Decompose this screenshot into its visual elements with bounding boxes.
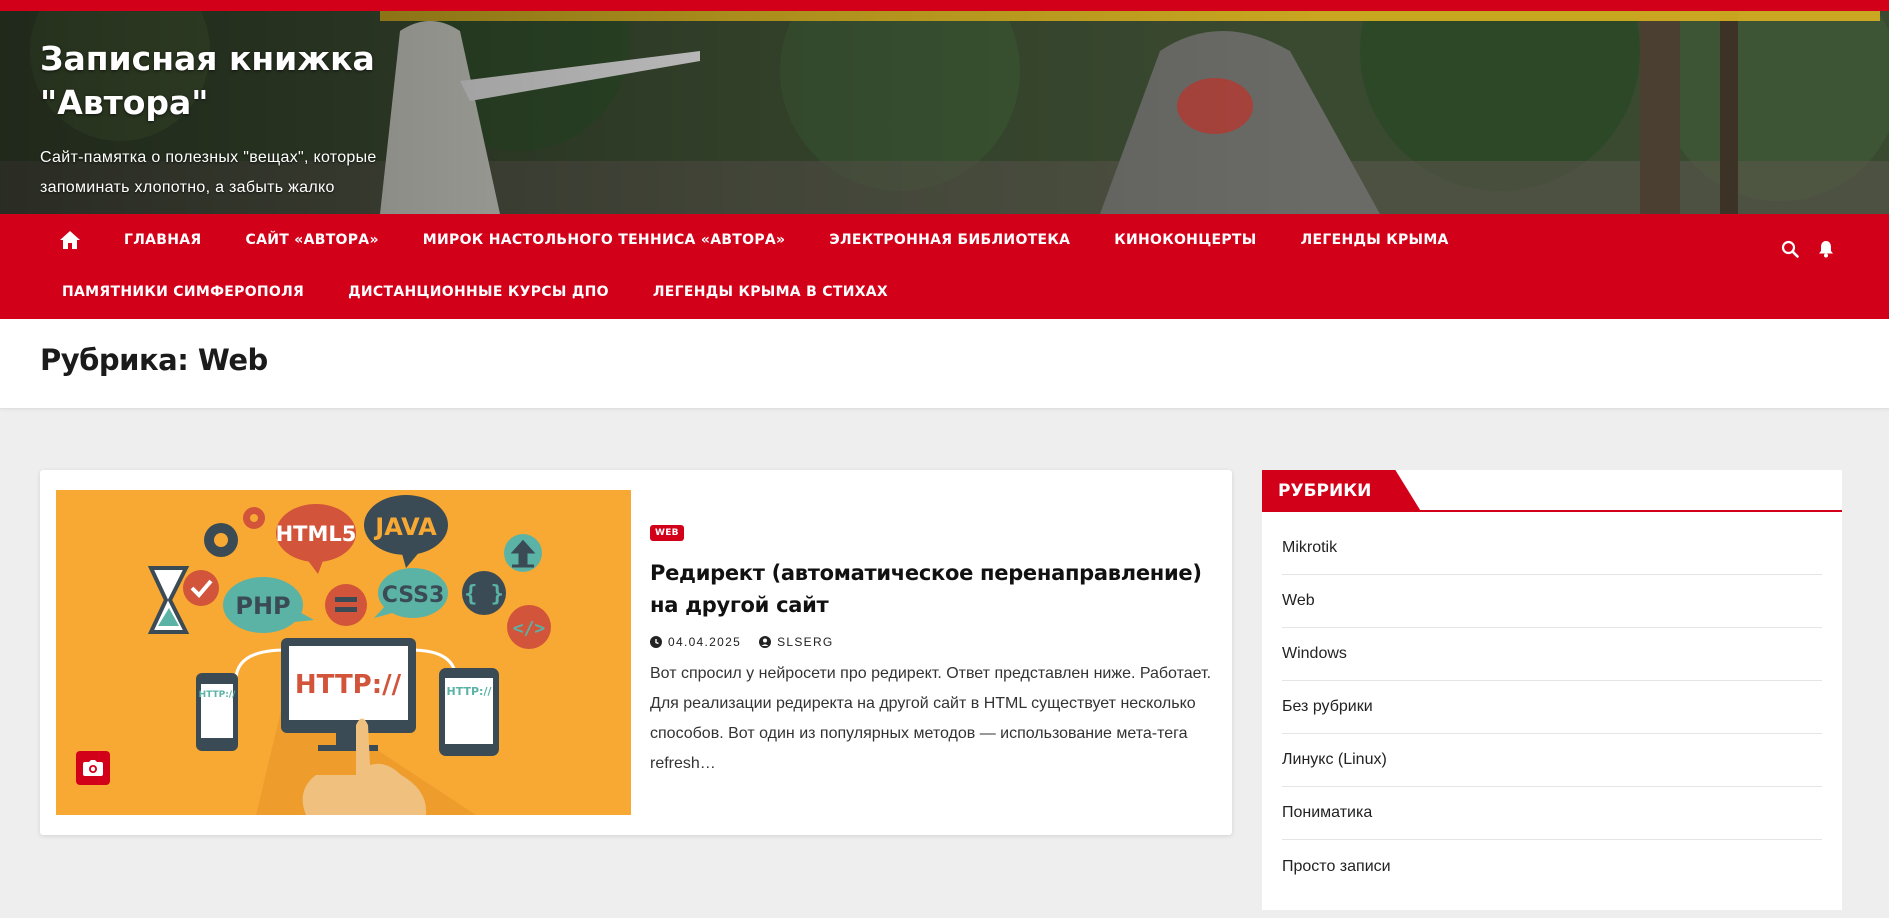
- category-badge[interactable]: Web: [650, 525, 684, 541]
- post-excerpt: Вот спросил у нейросети про редирект. От…: [650, 665, 1212, 772]
- nav-item-main[interactable]: Главная: [102, 214, 224, 266]
- nav-item-author-site[interactable]: Сайт «Автора»: [224, 214, 401, 266]
- user-circle-icon: [759, 636, 772, 648]
- post-author[interactable]: SLSERG: [759, 635, 834, 649]
- widget-title: Рубрики: [1262, 470, 1421, 512]
- nav-home[interactable]: [40, 214, 102, 266]
- archive-header: Рубрика: Web: [0, 319, 1889, 409]
- category-item-linux[interactable]: Линукс (Linux): [1282, 734, 1822, 787]
- site-tagline: Сайт-памятка о полезных "вещах", которые…: [40, 149, 377, 196]
- post-body: Web Редирект (автоматическое перенаправл…: [650, 522, 1220, 779]
- post-title[interactable]: Редирект (автоматическое перенаправление…: [650, 557, 1220, 621]
- clock-icon: [650, 636, 662, 648]
- category-item-mikrotik[interactable]: Mikrotik: [1282, 522, 1822, 575]
- http-phone-label: HTTP://: [199, 690, 236, 700]
- post-thumbnail[interactable]: HTML5 JAVA PHP CSS3 { } </> HTTP:// HTTP…: [56, 490, 631, 815]
- nav-item-film-concerts[interactable]: Киноконцерты: [1092, 214, 1278, 266]
- java-label: JAVA: [373, 513, 437, 541]
- nav-item-library[interactable]: Электронная библиотека: [807, 214, 1092, 266]
- thumbnail-illustration: HTML5 JAVA PHP CSS3 { } </> HTTP:// HTTP…: [56, 490, 631, 815]
- post-author-text: SLSERG: [777, 635, 834, 649]
- post-card: HTML5 JAVA PHP CSS3 { } </> HTTP:// HTTP…: [40, 470, 1232, 835]
- http-main-label: HTTP://: [295, 670, 402, 700]
- site-header: Записная книжка "Автора" Сайт-памятка о …: [0, 11, 1889, 214]
- post-meta: 04.04.2025 SLSERG: [650, 635, 1220, 649]
- category-item-uncategorized[interactable]: Без рубрики: [1282, 681, 1822, 734]
- code-label: </>: [513, 618, 546, 639]
- nav-item-crimea-legends[interactable]: Легенды Крыма: [1279, 214, 1471, 266]
- home-icon: [60, 231, 80, 249]
- nav-item-table-tennis[interactable]: Мирок настольного тенниса «Автора»: [401, 214, 808, 266]
- widget-header: Рубрики: [1262, 470, 1842, 512]
- nav-item-distance-courses[interactable]: Дистанционные курсы ДПО: [326, 266, 631, 318]
- sidebar-categories-widget: Рубрики Mikrotik Web Windows Без рубрики…: [1262, 470, 1842, 910]
- http-tablet-label: HTTP://: [447, 685, 493, 698]
- top-accent-bar: [0, 0, 1889, 11]
- nav-item-simferopol-monuments[interactable]: Памятники Симферополя: [40, 266, 326, 318]
- braces-label: { }: [464, 582, 504, 607]
- category-item-ponimatika[interactable]: Пониматика: [1282, 787, 1822, 840]
- category-item-just-notes[interactable]: Просто записи: [1282, 840, 1822, 893]
- site-title[interactable]: Записная книжка "Автора": [40, 37, 400, 125]
- bell-icon[interactable]: [1817, 240, 1835, 258]
- main-navigation: Главная Сайт «Автора» Мирок настольного …: [0, 214, 1889, 319]
- category-list: Mikrotik Web Windows Без рубрики Линукс …: [1262, 512, 1842, 893]
- post-date[interactable]: 04.04.2025: [650, 635, 741, 649]
- css3-label: CSS3: [382, 583, 445, 608]
- php-label: PHP: [235, 592, 290, 620]
- page-title: Рубрика: Web: [40, 343, 268, 377]
- post-date-text: 04.04.2025: [668, 635, 742, 649]
- category-item-windows[interactable]: Windows: [1282, 628, 1822, 681]
- camera-icon: [83, 760, 103, 776]
- search-icon[interactable]: [1781, 240, 1799, 258]
- category-item-web[interactable]: Web: [1282, 575, 1822, 628]
- camera-badge: [76, 751, 110, 785]
- nav-item-crimea-legends-poems[interactable]: Легенды Крыма в стихах: [631, 266, 910, 318]
- html5-label: HTML5: [276, 522, 357, 546]
